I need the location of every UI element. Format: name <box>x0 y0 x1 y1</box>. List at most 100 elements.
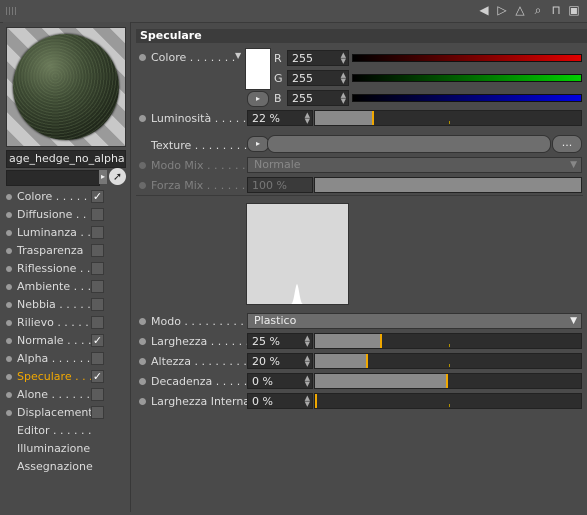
animate-dot[interactable] <box>139 358 146 365</box>
lock-icon[interactable]: ⊓ <box>549 3 563 17</box>
channel-item[interactable]: Alone . . . . . . <box>3 386 130 404</box>
g-slider[interactable] <box>352 74 582 82</box>
inner-width-input[interactable]: 0 % ▲ ▼ <box>247 393 313 409</box>
material-preview[interactable] <box>6 27 126 147</box>
drag-grip-icon[interactable] <box>6 7 18 15</box>
channel-checkbox[interactable] <box>91 316 104 329</box>
animate-dot[interactable] <box>6 284 12 290</box>
sidebar-item[interactable]: Editor . . . . . . <box>3 422 130 440</box>
channel-item[interactable]: Trasparenza <box>3 242 130 260</box>
channel-checkbox[interactable] <box>91 280 104 293</box>
channel-checkbox[interactable]: ✓ <box>91 334 104 347</box>
animate-dot[interactable] <box>6 212 12 218</box>
channel-item[interactable]: Displacement <box>3 404 130 422</box>
animate-dot[interactable] <box>139 182 146 189</box>
channel-checkbox[interactable]: ✓ <box>91 190 104 203</box>
channel-item[interactable]: Luminanza . . . <box>3 224 130 242</box>
color-swatch[interactable] <box>245 48 271 90</box>
up-arrow-icon[interactable]: △ <box>513 3 527 17</box>
animate-dot[interactable] <box>6 356 12 362</box>
width-slider[interactable] <box>314 333 582 349</box>
animate-dot[interactable] <box>6 248 12 254</box>
sidebar-item[interactable]: Assegnazione <box>3 458 130 476</box>
mix-strength-input[interactable]: 100 % <box>247 177 313 193</box>
channel-checkbox[interactable] <box>91 208 104 221</box>
r-input[interactable]: 255 ▲ ▼ <box>287 50 349 66</box>
channel-item[interactable]: Riflessione . . . <box>3 260 130 278</box>
channel-checkbox[interactable] <box>91 352 104 365</box>
channel-label: Riflessione . . . <box>17 262 98 275</box>
animate-dot[interactable] <box>6 302 12 308</box>
animate-dot[interactable] <box>139 398 146 405</box>
animate-dot[interactable] <box>6 194 12 200</box>
channel-item[interactable]: Nebbia . . . . . <box>3 296 130 314</box>
channel-label: Trasparenza <box>17 244 84 257</box>
luminosity-fill <box>315 111 374 125</box>
channel-item[interactable]: Rilievo . . . . . <box>3 314 130 332</box>
channel-item[interactable]: Normale . . . . ✓ <box>3 332 130 350</box>
animate-dot[interactable] <box>139 115 146 122</box>
back-arrow-icon[interactable]: ◀ <box>477 3 491 17</box>
channel-checkbox[interactable] <box>91 244 104 257</box>
channel-item[interactable]: Ambiente . . . . <box>3 278 130 296</box>
filter-arrow-icon[interactable]: ▸ <box>99 170 107 184</box>
r-slider[interactable] <box>352 54 582 62</box>
material-name-field[interactable]: age_hedge_no_alpha <box>6 150 126 168</box>
width-row: Larghezza . . . . . . . <box>133 333 256 351</box>
mix-mode-dropdown[interactable]: Normale ▼ <box>247 157 582 173</box>
b-input[interactable]: 255 ▲ ▼ <box>287 90 349 106</box>
animate-dot[interactable] <box>6 392 12 398</box>
g-label: G <box>274 72 283 85</box>
color-menu-arrow-icon[interactable]: ▼ <box>235 51 241 60</box>
search-icon[interactable]: ⌕ <box>531 3 545 17</box>
forward-arrow-icon[interactable]: ▷ <box>495 3 509 17</box>
animate-dot[interactable] <box>139 318 146 325</box>
animate-dot[interactable] <box>6 338 12 344</box>
animate-dot[interactable] <box>139 338 146 345</box>
channel-checkbox[interactable] <box>91 298 104 311</box>
falloff-input[interactable]: 0 % ▲ ▼ <box>247 373 313 389</box>
b-slider[interactable] <box>352 94 582 102</box>
color-mode-button[interactable]: ▸ <box>247 91 269 107</box>
channel-checkbox[interactable]: ✓ <box>91 370 104 383</box>
texture-menu-button[interactable]: ▸ <box>247 136 269 152</box>
texture-field[interactable] <box>267 135 551 153</box>
channel-label: Speculare . . . <box>17 370 93 383</box>
animate-dot[interactable] <box>139 378 146 385</box>
channel-filter-input[interactable] <box>6 170 100 186</box>
channel-item[interactable]: Diffusione . . . <box>3 206 130 224</box>
animate-dot[interactable] <box>6 410 12 416</box>
pointer-cursor-icon[interactable]: ➚ <box>109 168 126 185</box>
channel-checkbox[interactable] <box>91 262 104 275</box>
animate-dot[interactable] <box>6 320 12 326</box>
mix-strength-label: Forza Mix . . . . . . <box>151 179 246 192</box>
luminosity-input[interactable]: 22 % ▲ ▼ <box>247 110 313 126</box>
inner-width-slider[interactable] <box>314 393 582 409</box>
sidebar-item[interactable]: Illuminazione <box>3 440 130 458</box>
channel-item[interactable]: Colore . . . . . ✓ <box>3 188 130 206</box>
texture-browse-button[interactable]: ... <box>552 135 582 153</box>
g-input[interactable]: 255 ▲ ▼ <box>287 70 349 86</box>
material-sidebar: age_hedge_no_alpha ▸ ➚ Colore . . . . . ✓… <box>3 22 131 512</box>
channel-item[interactable]: Alpha . . . . . . <box>3 350 130 368</box>
mix-strength-slider[interactable] <box>314 177 582 193</box>
specular-panel: Speculare Colore . . . . . . . ▼ R 255 ▲ ▼… <box>133 27 587 513</box>
falloff-slider[interactable] <box>314 373 582 389</box>
luminosity-slider[interactable] <box>314 110 582 126</box>
width-input[interactable]: 25 % ▲ ▼ <box>247 333 313 349</box>
animate-dot[interactable] <box>6 230 12 236</box>
animate-dot[interactable] <box>6 266 12 272</box>
falloff-label: Decadenza . . . . . . <box>151 375 255 388</box>
height-input[interactable]: 20 % ▲ ▼ <box>247 353 313 369</box>
channel-checkbox[interactable] <box>91 226 104 239</box>
height-slider[interactable] <box>314 353 582 369</box>
animate-dot[interactable] <box>139 54 146 61</box>
window-titlebar[interactable]: ◀ ▷ △ ⌕ ⊓ ▣ <box>0 0 587 23</box>
channel-checkbox[interactable] <box>91 406 104 419</box>
new-window-icon[interactable]: ▣ <box>567 3 581 17</box>
animate-dot[interactable] <box>6 374 12 380</box>
channel-item[interactable]: Speculare . . . ✓ <box>3 368 130 386</box>
channel-checkbox[interactable] <box>91 388 104 401</box>
animate-dot[interactable] <box>139 162 146 169</box>
mode-dropdown[interactable]: Plastico ▼ <box>247 313 582 329</box>
